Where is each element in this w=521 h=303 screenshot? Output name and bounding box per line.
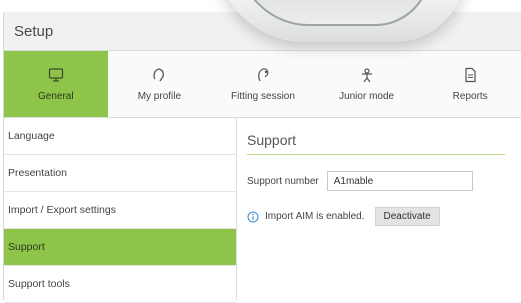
sidebar-item-support-tools[interactable]: Support tools (4, 266, 236, 303)
deactivate-button[interactable]: Deactivate (374, 207, 440, 226)
document-icon (465, 67, 476, 82)
info-row: Import AIM is enabled. Deactivate (247, 207, 521, 226)
sidebar-item-support[interactable]: Support (4, 229, 236, 266)
support-number-label: Support number (247, 175, 319, 187)
main-panel: Support Support number A1mable Import AI… (237, 118, 521, 300)
window-title: Setup (14, 22, 54, 40)
support-number-row: Support number A1mable (247, 171, 521, 191)
section-title: Support (247, 132, 505, 155)
tab-bar: General My profile Fitting session Junio… (4, 51, 521, 118)
tab-my-profile[interactable]: My profile (108, 51, 212, 117)
tab-label: Junior mode (339, 90, 395, 102)
support-number-field[interactable]: A1mable (326, 171, 473, 191)
tab-reports[interactable]: Reports (418, 51, 521, 117)
sidebar-item-language[interactable]: Language (4, 118, 236, 155)
monitor-icon (48, 67, 63, 82)
info-text: Import AIM is enabled. (265, 211, 365, 222)
sidebar: Language Presentation Import / Export se… (4, 118, 237, 303)
hearing-aid-icon (258, 67, 269, 81)
sidebar-item-presentation[interactable]: Presentation (4, 155, 236, 192)
tab-label: My profile (137, 90, 182, 102)
child-icon (361, 67, 372, 82)
tab-label: General (38, 90, 74, 102)
tab-general[interactable]: General (4, 51, 108, 117)
sidebar-item-import-export[interactable]: Import / Export settings (4, 192, 236, 229)
setup-window: Setup General My profile Fitting session (3, 12, 521, 303)
profile-icon (153, 67, 165, 81)
info-icon (247, 211, 259, 222)
tab-fitting-session[interactable]: Fitting session (211, 51, 315, 117)
tab-label: Reports (452, 90, 488, 102)
tab-junior-mode[interactable]: Junior mode (315, 51, 419, 117)
tab-label: Fitting session (231, 90, 295, 102)
